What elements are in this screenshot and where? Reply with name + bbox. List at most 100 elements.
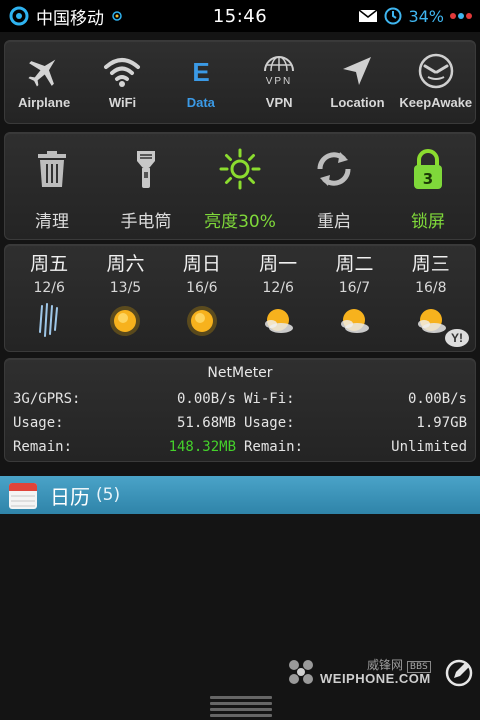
tool-label: 重启 [317,212,351,232]
mail-icon [358,9,378,22]
watermark-en: WEIPHONE.COM [320,671,431,686]
day-name: 周二 [335,253,374,275]
weather-day: 周日 16/6 [164,245,240,351]
netmeter-title: NetMeter [207,365,273,381]
netmeter-label: Remain: [13,439,73,455]
day-name: 周一 [259,253,298,275]
calendar-count: (5) [96,485,121,505]
trash-icon [38,151,66,187]
lock-badge: 3 [423,170,433,188]
weiphone-logo-icon [289,660,313,684]
netmeter-label: Usage: [13,415,64,431]
signal-ring-icon [9,6,29,26]
weather-day: 周六 13/5 [87,245,163,351]
netmeter-row: Usage: 1.97GB [244,411,467,435]
toggle-label: VPN [265,95,293,110]
sun-icon [186,306,217,336]
netmeter-row: Usage: 51.68MB [13,411,236,435]
weather-panel[interactable]: 周五 12/6 周六 13/5 周日 16/6 周一 12/6 周二 16/7 … [4,244,476,352]
sync-icon [112,11,122,21]
tool-lock[interactable]: 3 锁屏 [381,133,475,239]
edit-icon[interactable] [444,658,474,688]
day-temp: 16/7 [338,280,371,296]
rain-icon [39,303,59,337]
tool-label: 清理 [35,212,69,232]
day-temp: 12/6 [262,280,294,296]
partly-cloudy-icon [341,309,370,333]
battery-percent: 34% [408,6,444,26]
status-time: 15:46 [212,5,268,27]
tool-restart[interactable]: 重启 [287,133,381,239]
lock-icon: 3 [414,149,442,189]
calendar-bar[interactable]: 日历 (5) [0,476,480,514]
tool-brightness[interactable]: 亮度30% [193,133,287,239]
data-glyph: E [192,57,209,87]
day-temp: 16/6 [186,280,218,296]
tool-flashlight[interactable]: 手电筒 [99,133,193,239]
vpn-icon: VPN [264,56,295,87]
toggle-vpn[interactable]: VPN VPN [240,41,318,123]
alarm-icon [384,7,402,25]
flashlight-icon [137,151,155,188]
toggle-label: KeepAwake [399,95,473,110]
calendar-icon [9,483,37,509]
netmeter-panel: NetMeter 3G/GPRS: 0.00B/s Usage: 51.68MB… [4,358,476,462]
yahoo-logo-icon[interactable]: Y! [445,329,469,347]
toggle-wifi[interactable]: WiFi [83,41,161,123]
toggle-location[interactable]: Location [318,41,396,123]
toggle-keepawake[interactable]: KeepAwake [397,41,475,123]
weather-day: 周五 12/6 [11,245,87,351]
day-name: 周六 [106,253,145,275]
status-bar: 中国移动 15:46 34% [0,0,480,32]
keepawake-icon [418,53,454,89]
toggle-label: Airplane [18,95,71,110]
tool-label: 手电筒 [120,212,172,232]
toggle-label: Location [330,95,385,110]
drag-handle[interactable] [210,694,272,718]
tool-clean[interactable]: 清理 [5,133,99,239]
tools-panel: 清理 手电筒 亮度30% 重启 3 锁屏 [4,132,476,240]
netmeter-value: 0.00B/s [407,391,467,407]
netmeter-wifi-column: Wi-Fi: 0.00B/s Usage: 1.97GB Remain: Unl… [240,387,471,459]
netmeter-value: 0.00B/s [176,391,236,407]
brightness-icon [219,148,261,190]
airplane-icon [28,59,56,87]
day-temp: 16/8 [415,280,447,296]
location-icon [343,57,372,85]
restart-icon [317,152,351,186]
netmeter-value: 51.68MB [176,415,236,431]
toggle-data[interactable]: E Data [162,41,240,123]
watermark-text: 威锋网 BBS WEIPHONE.COM [320,659,431,685]
toggle-label: Data [186,95,215,110]
day-name: 周三 [411,253,450,275]
tool-label: 锁屏 [411,212,445,232]
netmeter-label: 3G/GPRS: [13,391,81,407]
netmeter-value: 1.97GB [416,415,467,431]
partly-cloudy-icon [417,309,446,333]
vpn-glyph: VPN [266,76,293,87]
netmeter-row: 3G/GPRS: 0.00B/s [13,387,236,411]
watermark-cn: 威锋网 [366,658,403,672]
netmeter-row: Wi-Fi: 0.00B/s [244,387,467,411]
netmeter-value: Unlimited [391,439,467,455]
tool-label: 亮度30% [204,212,276,232]
quick-toggles-panel: Airplane WiFi E Data VPN VPN Location Ke… [4,40,476,124]
weather-day: 周二 16/7 [316,245,392,351]
netmeter-label: Usage: [244,415,295,431]
netmeter-label: Remain: [244,439,304,455]
day-temp: 12/6 [33,280,65,296]
toggle-airplane[interactable]: Airplane [5,41,83,123]
netmeter-row: Remain: Unlimited [244,435,467,459]
netmeter-mobile-column: 3G/GPRS: 0.00B/s Usage: 51.68MB Remain: … [9,387,240,459]
netmeter-value: 148.32MB [168,439,236,455]
sun-icon [110,306,141,336]
day-name: 周五 [30,253,69,275]
wifi-icon [104,58,141,87]
status-left: 中国移动 [8,4,178,29]
netmeter-label: Wi-Fi: [244,391,295,407]
partly-cloudy-icon [265,309,294,333]
dots-icon [450,13,472,19]
weather-day: 周一 12/6 [240,245,316,351]
day-name: 周日 [182,253,221,275]
watermark: 威锋网 BBS WEIPHONE.COM [286,654,446,690]
